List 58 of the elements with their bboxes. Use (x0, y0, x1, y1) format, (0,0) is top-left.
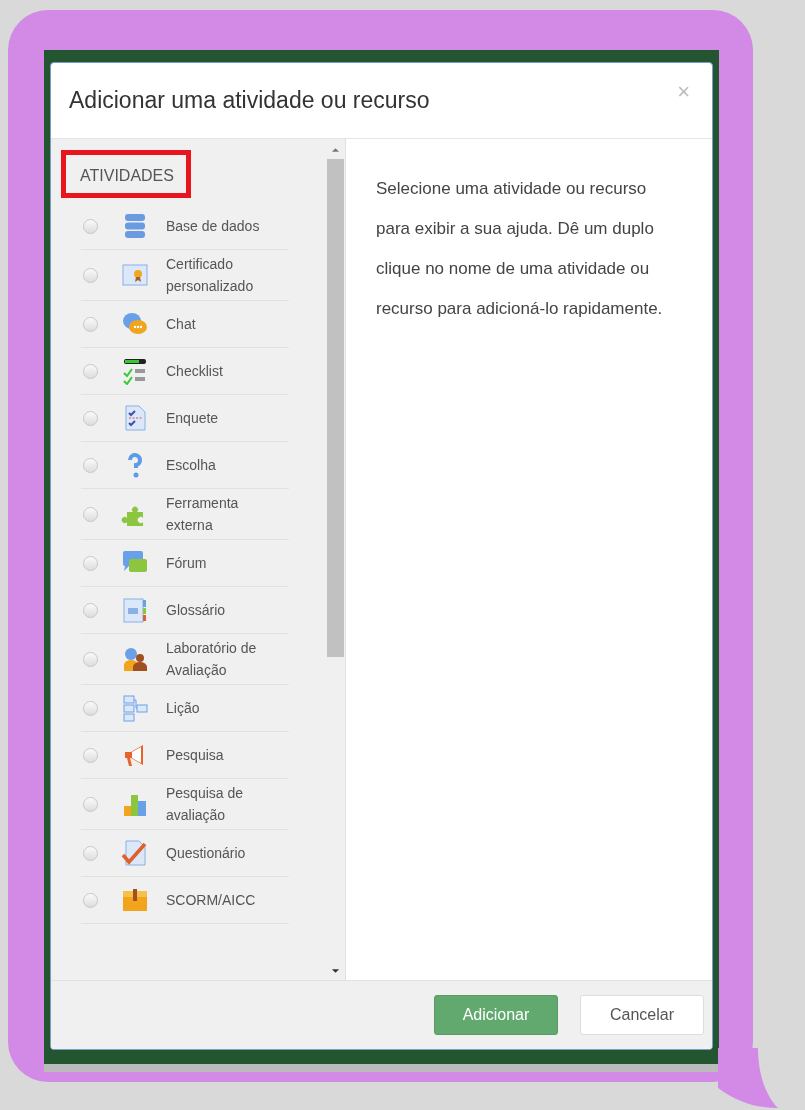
activity-option[interactable]: Fórum (81, 540, 289, 587)
certificate-icon (121, 261, 149, 289)
radio-button[interactable] (83, 555, 98, 571)
checklist-icon (121, 357, 149, 385)
glossary-book-icon (121, 596, 149, 624)
activity-label: Base de dados (166, 217, 261, 236)
radio-button[interactable] (83, 218, 98, 234)
package-icon (121, 886, 149, 914)
activity-label: Ferramenta externa (166, 494, 240, 535)
activity-label: Certificado personalizado (166, 255, 255, 296)
radio-button[interactable] (83, 457, 98, 473)
activity-label: Checklist (166, 362, 224, 381)
cancel-button[interactable]: Cancelar (580, 995, 704, 1035)
activity-option[interactable]: Glossário (81, 587, 289, 634)
scroll-up-icon[interactable] (331, 147, 340, 153)
scroll-down-icon[interactable] (331, 968, 340, 974)
people-icon (121, 645, 149, 673)
radio-button[interactable] (83, 267, 98, 283)
activity-label: SCORM/AICC (166, 891, 257, 910)
activity-option[interactable]: Lição (81, 685, 289, 732)
activity-label: Questionário (166, 844, 247, 863)
radio-button[interactable] (83, 602, 98, 618)
activity-label: Escolha (166, 456, 217, 475)
activity-option[interactable]: Pesquisa (81, 732, 289, 779)
radio-button[interactable] (83, 747, 98, 763)
radio-button[interactable] (83, 651, 98, 667)
radio-button[interactable] (83, 506, 98, 522)
activity-option[interactable]: Chat (81, 301, 289, 348)
radio-button[interactable] (83, 410, 98, 426)
activity-option[interactable]: Ferramenta externa (81, 489, 289, 540)
activity-option[interactable]: Questionário (81, 830, 289, 877)
activity-label: Enquete (166, 409, 220, 428)
activity-label: Fórum (166, 554, 208, 573)
section-heading: ATIVIDADES (61, 150, 191, 198)
radio-button[interactable] (83, 363, 98, 379)
activity-label: Pesquisa (166, 746, 225, 765)
activity-option[interactable]: Base de dados (81, 203, 289, 250)
quiz-check-icon (121, 839, 149, 867)
activity-option[interactable]: Pesquisa de avaliação (81, 779, 289, 830)
activity-label: Pesquisa de avaliação (166, 784, 245, 825)
radio-button[interactable] (83, 700, 98, 716)
activity-option[interactable]: Enquete (81, 395, 289, 442)
activity-option[interactable]: Checklist (81, 348, 289, 395)
activity-label: Glossário (166, 601, 227, 620)
help-text: Selecione uma atividade ou recurso para exibir a sua ajuda. Dê um duplo clique no nome de uma atividade ou recurso para adicioná-lo rapidamente. (376, 178, 664, 320)
activity-label: Chat (166, 315, 197, 334)
radio-button[interactable] (83, 845, 98, 861)
activity-option[interactable]: SCORM/AICC (81, 877, 289, 924)
radio-button[interactable] (83, 796, 98, 812)
activity-option[interactable]: Certificado personalizado (81, 250, 289, 301)
flowchart-icon (121, 694, 149, 722)
dialog-title: Adicionar uma atividade ou recurso (69, 87, 430, 114)
activity-option[interactable]: Escolha (81, 442, 289, 489)
radio-button[interactable] (83, 316, 98, 332)
radio-button[interactable] (83, 892, 98, 908)
activity-option[interactable]: Laboratório de Avaliação (81, 634, 289, 685)
activity-label: Lição (166, 699, 201, 718)
activity-label: Laboratório de Avaliação (166, 639, 258, 680)
